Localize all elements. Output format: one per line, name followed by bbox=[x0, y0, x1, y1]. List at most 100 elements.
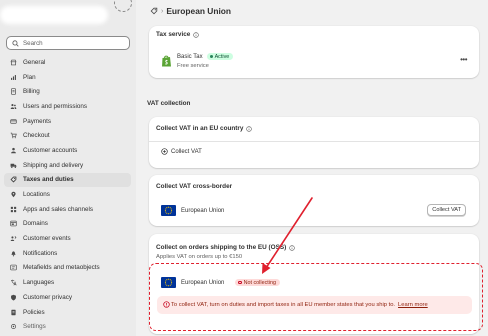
language-icon bbox=[9, 279, 17, 287]
status-badge-label: Active bbox=[214, 53, 230, 60]
eu-country-title-text: Collect VAT in an EU country bbox=[156, 125, 244, 132]
app-name-row: Basic Tax Active bbox=[177, 53, 234, 60]
metafields-icon bbox=[9, 264, 17, 272]
sidebar-item-label: Locations bbox=[23, 191, 50, 199]
bell-icon bbox=[9, 249, 17, 257]
customer-icon bbox=[9, 146, 17, 154]
sidebar-item-taxes-and-duties[interactable]: Taxes and duties bbox=[4, 172, 131, 188]
search-input[interactable]: Search bbox=[6, 36, 130, 50]
settings-sidebar: Search General Plan Billing Users and permi… bbox=[0, 0, 136, 336]
sidebar-item-label: Payments bbox=[23, 117, 51, 125]
sidebar-item-general[interactable]: General bbox=[4, 55, 131, 70]
sidebar-item-plan[interactable]: Plan bbox=[4, 70, 131, 85]
breadcrumb-separator: › bbox=[161, 7, 164, 15]
sidebar-item-label: Taxes and duties bbox=[23, 176, 74, 184]
oss-title-text: Collect on orders shipping to the EU (OS… bbox=[156, 244, 287, 251]
users-icon bbox=[9, 102, 17, 110]
cross-border-title: Collect VAT cross-border bbox=[156, 183, 233, 190]
tax-icon bbox=[9, 176, 17, 184]
sidebar-item-label: Customer privacy bbox=[23, 293, 72, 301]
eu-country-title: Collect VAT in an EU country bbox=[156, 125, 253, 132]
sidebar-item-policies[interactable]: Policies bbox=[4, 305, 131, 320]
status-badge-active: Active bbox=[206, 53, 234, 60]
breadcrumb: › European Union bbox=[150, 5, 231, 17]
store-name-blurred bbox=[0, 6, 108, 24]
app-subtitle: Free service bbox=[177, 63, 209, 69]
status-dot-icon bbox=[209, 55, 213, 58]
tax-service-title-text: Tax service bbox=[156, 31, 191, 38]
collect-vat-eu-button[interactable]: Collect VAT bbox=[161, 148, 202, 155]
search-placeholder: Search bbox=[23, 39, 43, 47]
policies-icon bbox=[9, 308, 17, 316]
sidebar-item-customer-events[interactable]: Customer events bbox=[4, 231, 131, 246]
cross-border-card: Collect VAT cross-border European Union … bbox=[149, 175, 479, 226]
sidebar-item-label: Notifications bbox=[23, 249, 58, 257]
sidebar-item-checkout[interactable]: Checkout bbox=[4, 128, 131, 143]
events-icon bbox=[9, 235, 17, 243]
sidebar-item-label: Apps and sales channels bbox=[23, 205, 94, 213]
sidebar-item-label: Settings bbox=[23, 323, 46, 331]
billing-icon bbox=[9, 88, 17, 96]
oss-subtitle: Applies VAT on orders up to €150 bbox=[156, 254, 243, 260]
sidebar-item-label: Domains bbox=[23, 220, 48, 228]
plan-icon bbox=[9, 73, 17, 81]
country-name: European Union bbox=[181, 208, 225, 214]
app-name: Basic Tax bbox=[177, 53, 203, 60]
sidebar-item-label: Billing bbox=[23, 88, 40, 96]
sidebar-item-shipping-and-delivery[interactable]: Shipping and delivery bbox=[4, 158, 131, 173]
sidebar-item-label: Customer events bbox=[23, 235, 71, 243]
truck-icon bbox=[9, 161, 17, 169]
sidebar-item-label: Users and permissions bbox=[23, 102, 88, 110]
sidebar-item-locations[interactable]: Locations bbox=[4, 187, 131, 202]
collect-vat-button[interactable]: Collect VAT bbox=[427, 204, 466, 216]
tax-service-card: Tax service Basic Tax Active Free servic… bbox=[149, 26, 479, 78]
sidebar-header bbox=[0, 0, 136, 30]
sidebar-item-label: Shipping and delivery bbox=[23, 161, 84, 169]
oss-title: Collect on orders shipping to the EU (OS… bbox=[156, 244, 296, 251]
apps-icon bbox=[9, 205, 17, 213]
sidebar-item-customer-privacy[interactable]: Customer privacy bbox=[4, 290, 131, 305]
globe-icon bbox=[9, 220, 17, 228]
payments-icon bbox=[9, 117, 17, 125]
eu-country-card: Collect VAT in an EU country Collect VAT bbox=[149, 117, 479, 168]
highlight-box bbox=[149, 263, 483, 331]
page-title: European Union bbox=[166, 6, 232, 16]
sidebar-item-label: Checkout bbox=[23, 132, 50, 140]
tax-icon[interactable] bbox=[150, 7, 158, 15]
sidebar-item-label: Policies bbox=[23, 308, 45, 316]
sidebar-item-label: Languages bbox=[23, 279, 55, 287]
sidebar-item-metafields-and-metaobjects[interactable]: Metafields and metaobjects bbox=[4, 261, 131, 276]
sidebar-item-label: Customer accounts bbox=[23, 146, 78, 154]
card-divider bbox=[149, 141, 479, 142]
vat-collection-heading: VAT collection bbox=[147, 100, 191, 107]
tax-service-title: Tax service bbox=[156, 31, 200, 38]
search-icon bbox=[12, 39, 19, 47]
sidebar-item-settings[interactable]: Settings bbox=[4, 319, 131, 334]
sidebar-item-label: General bbox=[23, 58, 46, 66]
settings-icon bbox=[9, 323, 17, 331]
info-icon[interactable] bbox=[246, 125, 253, 132]
sidebar-item-languages[interactable]: Languages bbox=[4, 275, 131, 290]
privacy-icon bbox=[9, 293, 17, 301]
sidebar-item-apps-and-sales-channels[interactable]: Apps and sales channels bbox=[4, 202, 131, 217]
location-icon bbox=[9, 191, 17, 199]
sidebar-item-domains[interactable]: Domains bbox=[4, 217, 131, 232]
checkout-icon bbox=[9, 132, 17, 140]
sidebar-item-label: Metafields and metaobjects bbox=[23, 264, 100, 272]
info-icon[interactable] bbox=[193, 31, 200, 38]
sidebar-item-payments[interactable]: Payments bbox=[4, 114, 131, 129]
sidebar-item-label: Plan bbox=[23, 73, 36, 81]
sidebar-item-users-and-permissions[interactable]: Users and permissions bbox=[4, 99, 131, 114]
info-icon[interactable] bbox=[289, 244, 296, 251]
plus-circle-icon bbox=[161, 148, 168, 155]
sidebar-item-billing[interactable]: Billing bbox=[4, 84, 131, 99]
settings-nav: General Plan Billing Users and permissions P… bbox=[4, 55, 131, 334]
collect-vat-label: Collect VAT bbox=[171, 148, 202, 155]
shopify-bag-icon bbox=[162, 55, 171, 67]
loading-indicator bbox=[114, 0, 132, 12]
sidebar-item-customer-accounts[interactable]: Customer accounts bbox=[4, 143, 131, 158]
more-actions-icon[interactable]: ••• bbox=[460, 55, 467, 64]
sidebar-item-notifications[interactable]: Notifications bbox=[4, 246, 131, 261]
store-icon bbox=[9, 58, 17, 66]
eu-flag-icon bbox=[161, 205, 176, 216]
